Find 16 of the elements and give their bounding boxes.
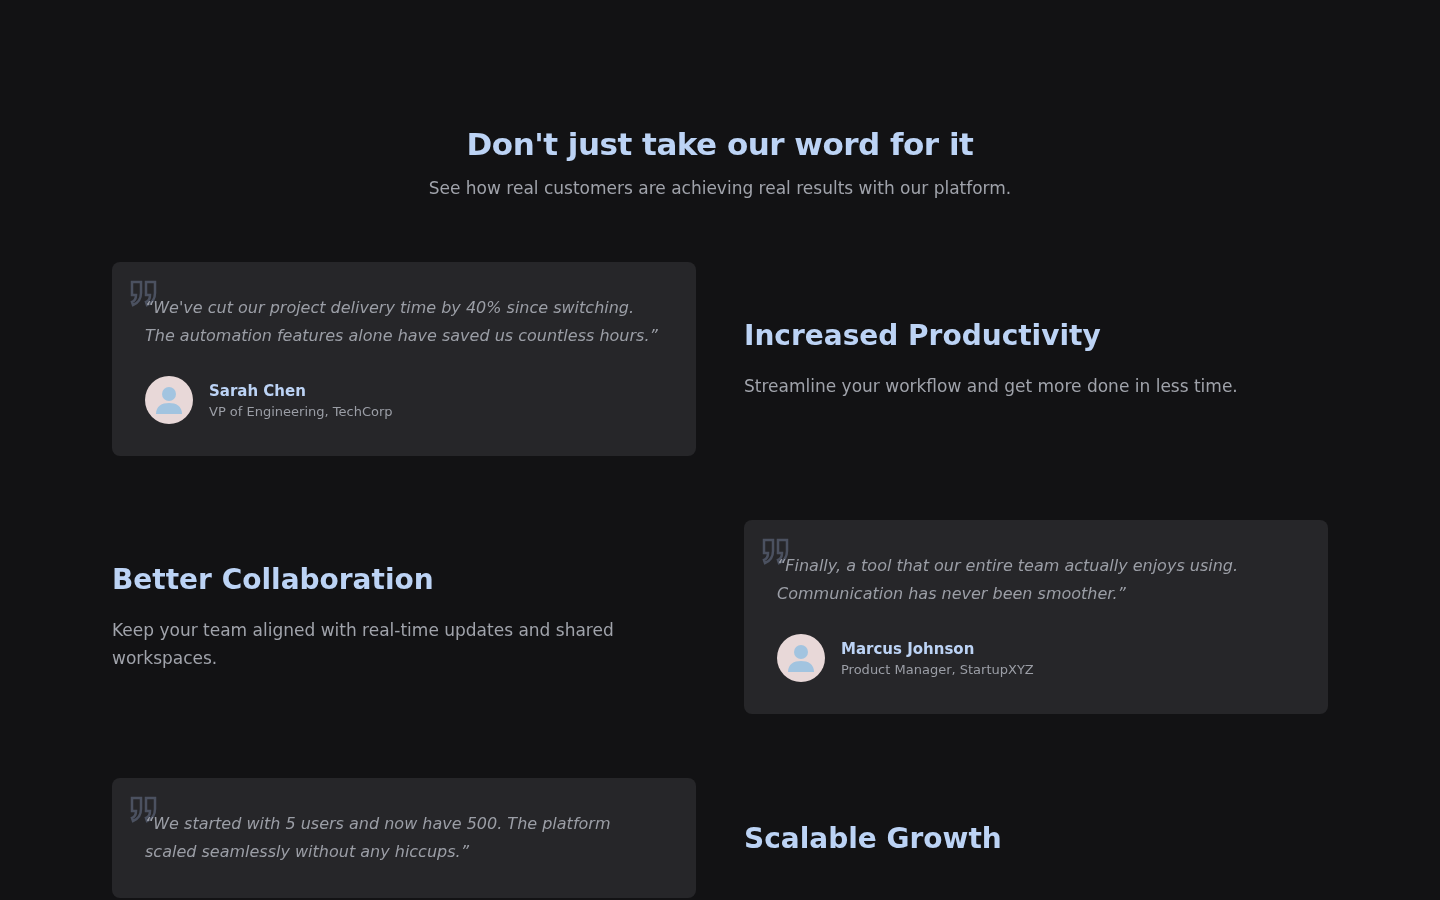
section-heading: Don't just take our word for it <box>466 126 974 162</box>
feature-title: Increased Productivity <box>744 318 1102 352</box>
avatar-icon <box>145 376 193 424</box>
testimonial-quote: “Finally, a tool that our entire team actually enjoys using. Communication has never been smoother.” <box>777 555 1240 605</box>
section-subtitle: See how real customers are achieving real results with our platform. <box>428 178 1012 198</box>
testimonial-quote: “We started with 5 users and now have 500. The platform scaled seamlessly without any hiccups.” <box>145 813 612 863</box>
author-role: VP of Engineering, TechCorp <box>209 403 393 419</box>
author-role: Product Manager, StartupXYZ <box>841 661 1034 677</box>
avatar-icon <box>777 634 825 682</box>
feature-description: Streamline your workflow and get more done in less time. <box>744 374 1239 398</box>
author-name: Sarah Chen <box>209 381 307 400</box>
testimonial-quote: “We've cut our project delivery time by 40% since switching. The automation features alone have saved us countless hours.” <box>145 297 659 347</box>
feature-title: Better Collaboration <box>112 562 435 596</box>
feature-description: Keep your team aligned with real-time updates and shared workspaces. <box>112 618 615 670</box>
feature-title: Scalable Growth <box>744 821 1003 855</box>
author-name: Marcus Johnson <box>841 639 976 658</box>
